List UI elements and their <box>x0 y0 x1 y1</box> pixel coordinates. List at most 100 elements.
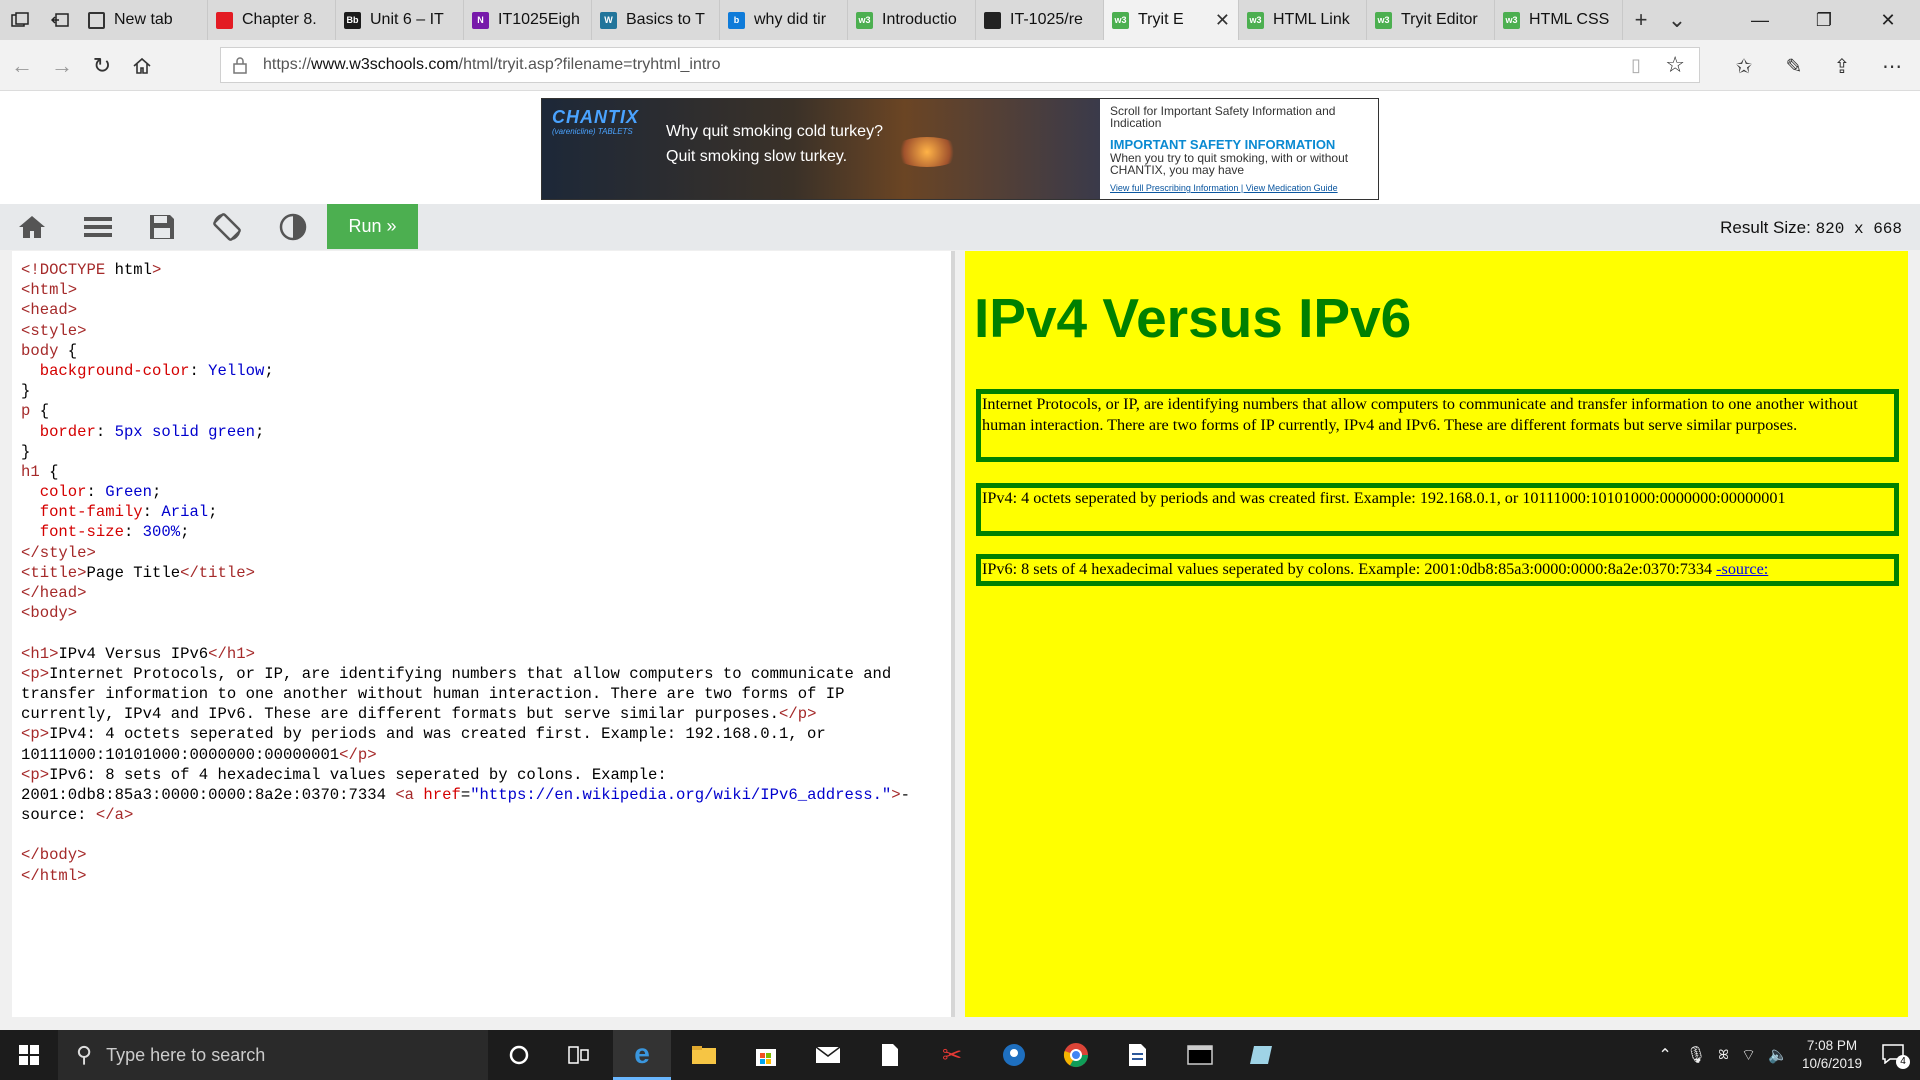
code-line: <p>Internet Protocols, or IP, are identi… <box>21 664 892 683</box>
tab-8[interactable]: IT-1025/re <box>976 0 1104 40</box>
share-icon[interactable]: ⇪ <box>1826 50 1858 82</box>
wifi-icon[interactable]: ⌔ <box>1741 1045 1756 1065</box>
newtab-icon <box>88 11 105 29</box>
menu-icon[interactable] <box>83 212 113 242</box>
tab-9[interactable]: w3 Tryit E ✕ <box>1104 0 1239 40</box>
tab-4[interactable]: N IT1025Eigh <box>464 0 592 40</box>
search-icon: ⚲ <box>76 1042 93 1067</box>
rotate-layout-icon[interactable] <box>212 212 242 242</box>
ad-banner[interactable]: CHANTIX (varenicline) TABLETS Why quit s… <box>541 98 1379 200</box>
tab-actions-icon[interactable] <box>0 0 40 40</box>
store-icon[interactable] <box>737 1030 795 1080</box>
clock-time: 7:08 PM <box>1806 1038 1858 1053</box>
action-center-icon[interactable]: 4 <box>1882 1044 1910 1069</box>
home-icon[interactable] <box>126 50 158 82</box>
clock[interactable]: 7:08 PM 10/6/2019 <box>1802 1037 1862 1073</box>
code-editor[interactable]: <!DOCTYPE html> <html> <head> <style> body {… <box>12 251 955 1017</box>
browser-tab-bar: New tab Chapter 8. Bb Unit 6 – IT N IT1025Eig… <box>0 0 1920 40</box>
minimize-icon[interactable]: — <box>1728 0 1792 40</box>
tab-2[interactable]: Chapter 8. <box>208 0 336 40</box>
code-line: <html> <box>21 281 78 300</box>
ad-links[interactable]: View full Prescribing Information | View… <box>1110 183 1338 193</box>
input-indicator-icon[interactable]: ꕤ <box>1718 1047 1729 1063</box>
forward-arrow-icon[interactable]: → <box>46 50 78 82</box>
tab-3[interactable]: Bb Unit 6 – IT <box>336 0 464 40</box>
result-paragraph-1: Internet Protocols, or IP, are identifyi… <box>976 389 1899 462</box>
notes-app-icon[interactable] <box>1233 1030 1291 1080</box>
windows-start-icon[interactable] <box>0 1030 58 1080</box>
restore-icon[interactable]: ❐ <box>1792 0 1856 40</box>
code-line: font-family: Arial; <box>39 503 218 522</box>
tab-label: IT1025Eigh <box>498 11 580 28</box>
snip-tool-icon[interactable]: ✂ <box>923 1030 981 1080</box>
save-icon[interactable] <box>147 212 177 242</box>
support-agent-icon[interactable] <box>985 1030 1043 1080</box>
tab-6[interactable]: b why did tir <box>720 0 848 40</box>
home-icon[interactable] <box>17 212 47 242</box>
command-prompt-icon[interactable] <box>1171 1030 1229 1080</box>
close-tab-icon[interactable]: ✕ <box>1215 10 1230 31</box>
panel-divider[interactable] <box>955 251 965 1017</box>
code-line: <body> <box>21 604 78 623</box>
code-line: <p>IPv4: 4 octets seperated by periods a… <box>21 725 826 744</box>
run-button[interactable]: Run » <box>327 204 418 249</box>
chrome-icon[interactable] <box>1047 1030 1105 1080</box>
tab-label: Tryit Editor <box>1401 11 1478 28</box>
close-window-icon[interactable]: ✕ <box>1856 0 1920 40</box>
tab-label: HTML Link <box>1273 11 1350 28</box>
notification-count: 4 <box>1896 1055 1910 1069</box>
onenote-icon: N <box>472 11 489 29</box>
result-paragraph-2: IPv4: 4 octets seperated by periods and … <box>976 483 1899 536</box>
tab-5[interactable]: W Basics to T <box>592 0 720 40</box>
w3schools-icon: w3 <box>1112 11 1129 29</box>
chevron-up-icon[interactable]: ⌃ <box>1658 1045 1671 1065</box>
taskbar-search[interactable]: ⚲ Type here to search <box>58 1030 488 1080</box>
microphone-icon[interactable]: 🎙 <box>1686 1045 1706 1065</box>
w3schools-icon: w3 <box>1247 11 1264 29</box>
tab-label: Tryit E <box>1138 11 1184 28</box>
ad-image: CHANTIX (varenicline) TABLETS Why quit s… <box>542 99 1100 199</box>
code-line: body { <box>21 341 78 360</box>
task-view-icon[interactable] <box>550 1030 608 1080</box>
ad-brand-logo: CHANTIX <box>552 107 639 127</box>
url-domain: www.w3schools.com <box>311 56 459 73</box>
code-line: transfer information to one another with… <box>21 684 845 703</box>
reading-view-icon[interactable]: ▯ <box>1631 55 1641 76</box>
campfire-image <box>892 137 962 167</box>
tab-label: New tab <box>114 11 173 28</box>
code-line: currently, IPv4 and IPv6. These are diff… <box>21 705 817 724</box>
file-explorer-icon[interactable] <box>675 1030 733 1080</box>
web-note-icon[interactable]: ✎ <box>1778 50 1810 82</box>
document-icon[interactable] <box>861 1030 919 1080</box>
favorite-star-icon[interactable]: ☆ <box>1665 52 1685 78</box>
address-bar[interactable]: https://www.w3schools.com/html/tryit.asp… <box>220 47 1700 83</box>
refresh-icon[interactable]: ↻ <box>86 50 118 82</box>
code-text[interactable]: <!DOCTYPE html> <html> <head> <style> body {… <box>21 260 910 886</box>
tab-1[interactable]: New tab <box>80 0 208 40</box>
favorites-list-icon[interactable]: ✩ <box>1728 50 1760 82</box>
edge-icon[interactable]: e <box>613 1030 671 1080</box>
cortana-icon[interactable] <box>490 1030 548 1080</box>
code-line: </body> <box>21 846 87 865</box>
code-line: border: 5px solid green; <box>39 422 265 441</box>
tab-strip: New tab Chapter 8. Bb Unit 6 – IT N IT1025Eig… <box>80 0 1623 40</box>
tab-label: HTML CSS <box>1529 11 1610 28</box>
tab-12[interactable]: w3 HTML CSS <box>1495 0 1623 40</box>
mail-icon[interactable] <box>799 1030 857 1080</box>
notepad-doc-icon[interactable] <box>1109 1030 1167 1080</box>
tab-7[interactable]: w3 Introductio <box>848 0 976 40</box>
tab-10[interactable]: w3 HTML Link <box>1239 0 1367 40</box>
source-link[interactable]: -source: <box>1716 560 1768 578</box>
code-line: <p>IPv6: 8 sets of 4 hexadecimal values … <box>21 765 667 784</box>
new-tab-plus-icon[interactable]: + <box>1623 0 1659 40</box>
more-icon[interactable]: ⋯ <box>1876 50 1908 82</box>
result-size-value: 820 x 668 <box>1815 220 1902 238</box>
window-controls: — ❐ ✕ <box>1728 0 1920 40</box>
set-aside-tabs-icon[interactable] <box>40 0 80 40</box>
tab-11[interactable]: w3 Tryit Editor <box>1367 0 1495 40</box>
theme-contrast-icon[interactable] <box>278 212 308 242</box>
volume-icon[interactable]: 🔈 <box>1768 1045 1788 1065</box>
chevron-down-icon[interactable]: ⌄ <box>1659 0 1695 40</box>
back-arrow-icon[interactable]: ← <box>6 50 38 82</box>
